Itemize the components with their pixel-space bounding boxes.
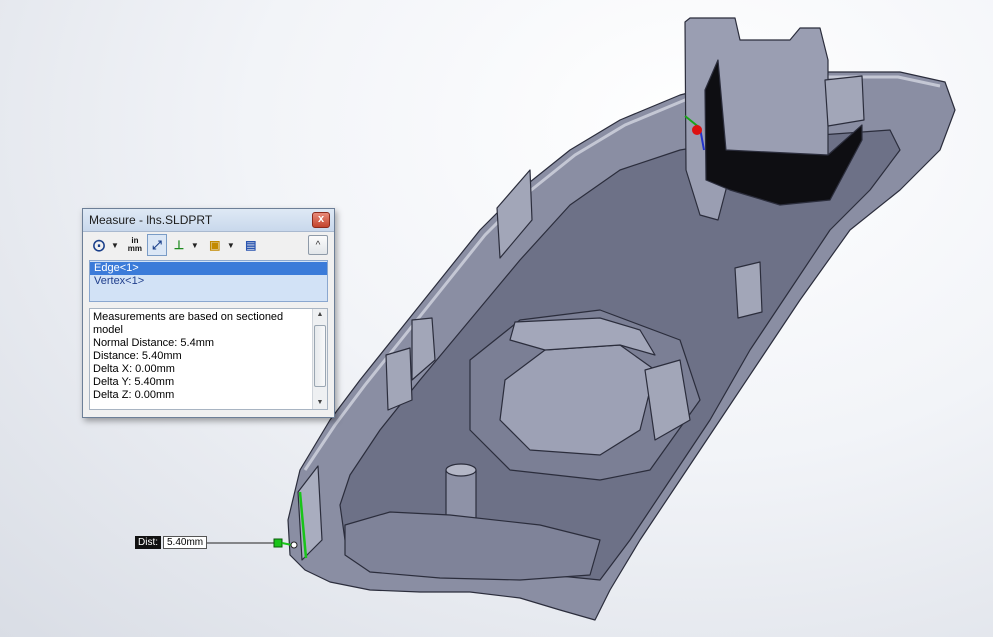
arc-circle-measure-icon[interactable]: ⨀ — [89, 234, 109, 256]
result-line: Delta Z: 0.00mm — [93, 389, 175, 401]
measure-toolbar: ⨀ ▼ in mm ⤢ ⊥ ▼ ▣ ▼ ▤ ^ — [83, 232, 334, 258]
chevron-down-icon[interactable]: ▼ — [227, 241, 235, 250]
dist-value: 5.40mm — [163, 536, 208, 549]
result-line: model — [93, 324, 123, 336]
point-to-point-icon[interactable]: ⊥ — [169, 234, 189, 256]
results-scrollbar[interactable]: ▲ ▼ — [312, 309, 327, 409]
selection-item[interactable]: Edge<1> — [90, 262, 327, 275]
units-bottom-label: mm — [127, 244, 143, 253]
scroll-down-icon[interactable]: ▼ — [313, 397, 327, 409]
collapse-button[interactable]: ^ — [308, 235, 328, 255]
save-icon[interactable]: ▤ — [241, 234, 261, 256]
result-line: Distance: 5.40mm — [93, 350, 182, 362]
chevron-down-icon[interactable]: ▼ — [191, 241, 199, 250]
selection-list[interactable]: Edge<1> Vertex<1> — [89, 260, 328, 302]
cad-part[interactable] — [287, 17, 956, 621]
part-boss-top — [445, 463, 477, 477]
result-line: Normal Distance: 5.4mm — [93, 337, 215, 349]
dist-label: Dist: — [135, 536, 161, 549]
dialog-title: Measure - lhs.SLDPRT — [89, 213, 213, 227]
part-rib-3 — [385, 347, 413, 411]
result-line: Measurements are based on sectioned — [93, 311, 284, 323]
results-panel: Measurements are based on sectioned mode… — [89, 308, 328, 410]
xyz-measure-icon[interactable]: ⤢ — [146, 234, 167, 256]
dialog-titlebar[interactable]: Measure - lhs.SLDPRT x — [83, 209, 334, 232]
result-line: Delta X: 0.00mm — [93, 363, 175, 375]
selection-item[interactable]: Vertex<1> — [90, 275, 327, 288]
part-rib-6 — [824, 75, 865, 127]
part-rib-5 — [734, 261, 763, 319]
units-precision-button[interactable]: in mm — [125, 234, 145, 256]
scroll-up-icon[interactable]: ▲ — [313, 309, 327, 321]
scrollbar-thumb[interactable] — [314, 325, 326, 387]
result-line: Delta Y: 5.40mm — [93, 376, 175, 388]
measure-dialog: Measure - lhs.SLDPRT x ⨀ ▼ in mm ⤢ ⊥ ▼ ▣… — [82, 208, 335, 418]
coordinate-system-icon[interactable]: ▣ — [205, 234, 225, 256]
chevron-down-icon[interactable]: ▼ — [111, 241, 119, 250]
close-button[interactable]: x — [312, 212, 330, 228]
dist-callout[interactable]: Dist: 5.40mm — [135, 536, 208, 549]
